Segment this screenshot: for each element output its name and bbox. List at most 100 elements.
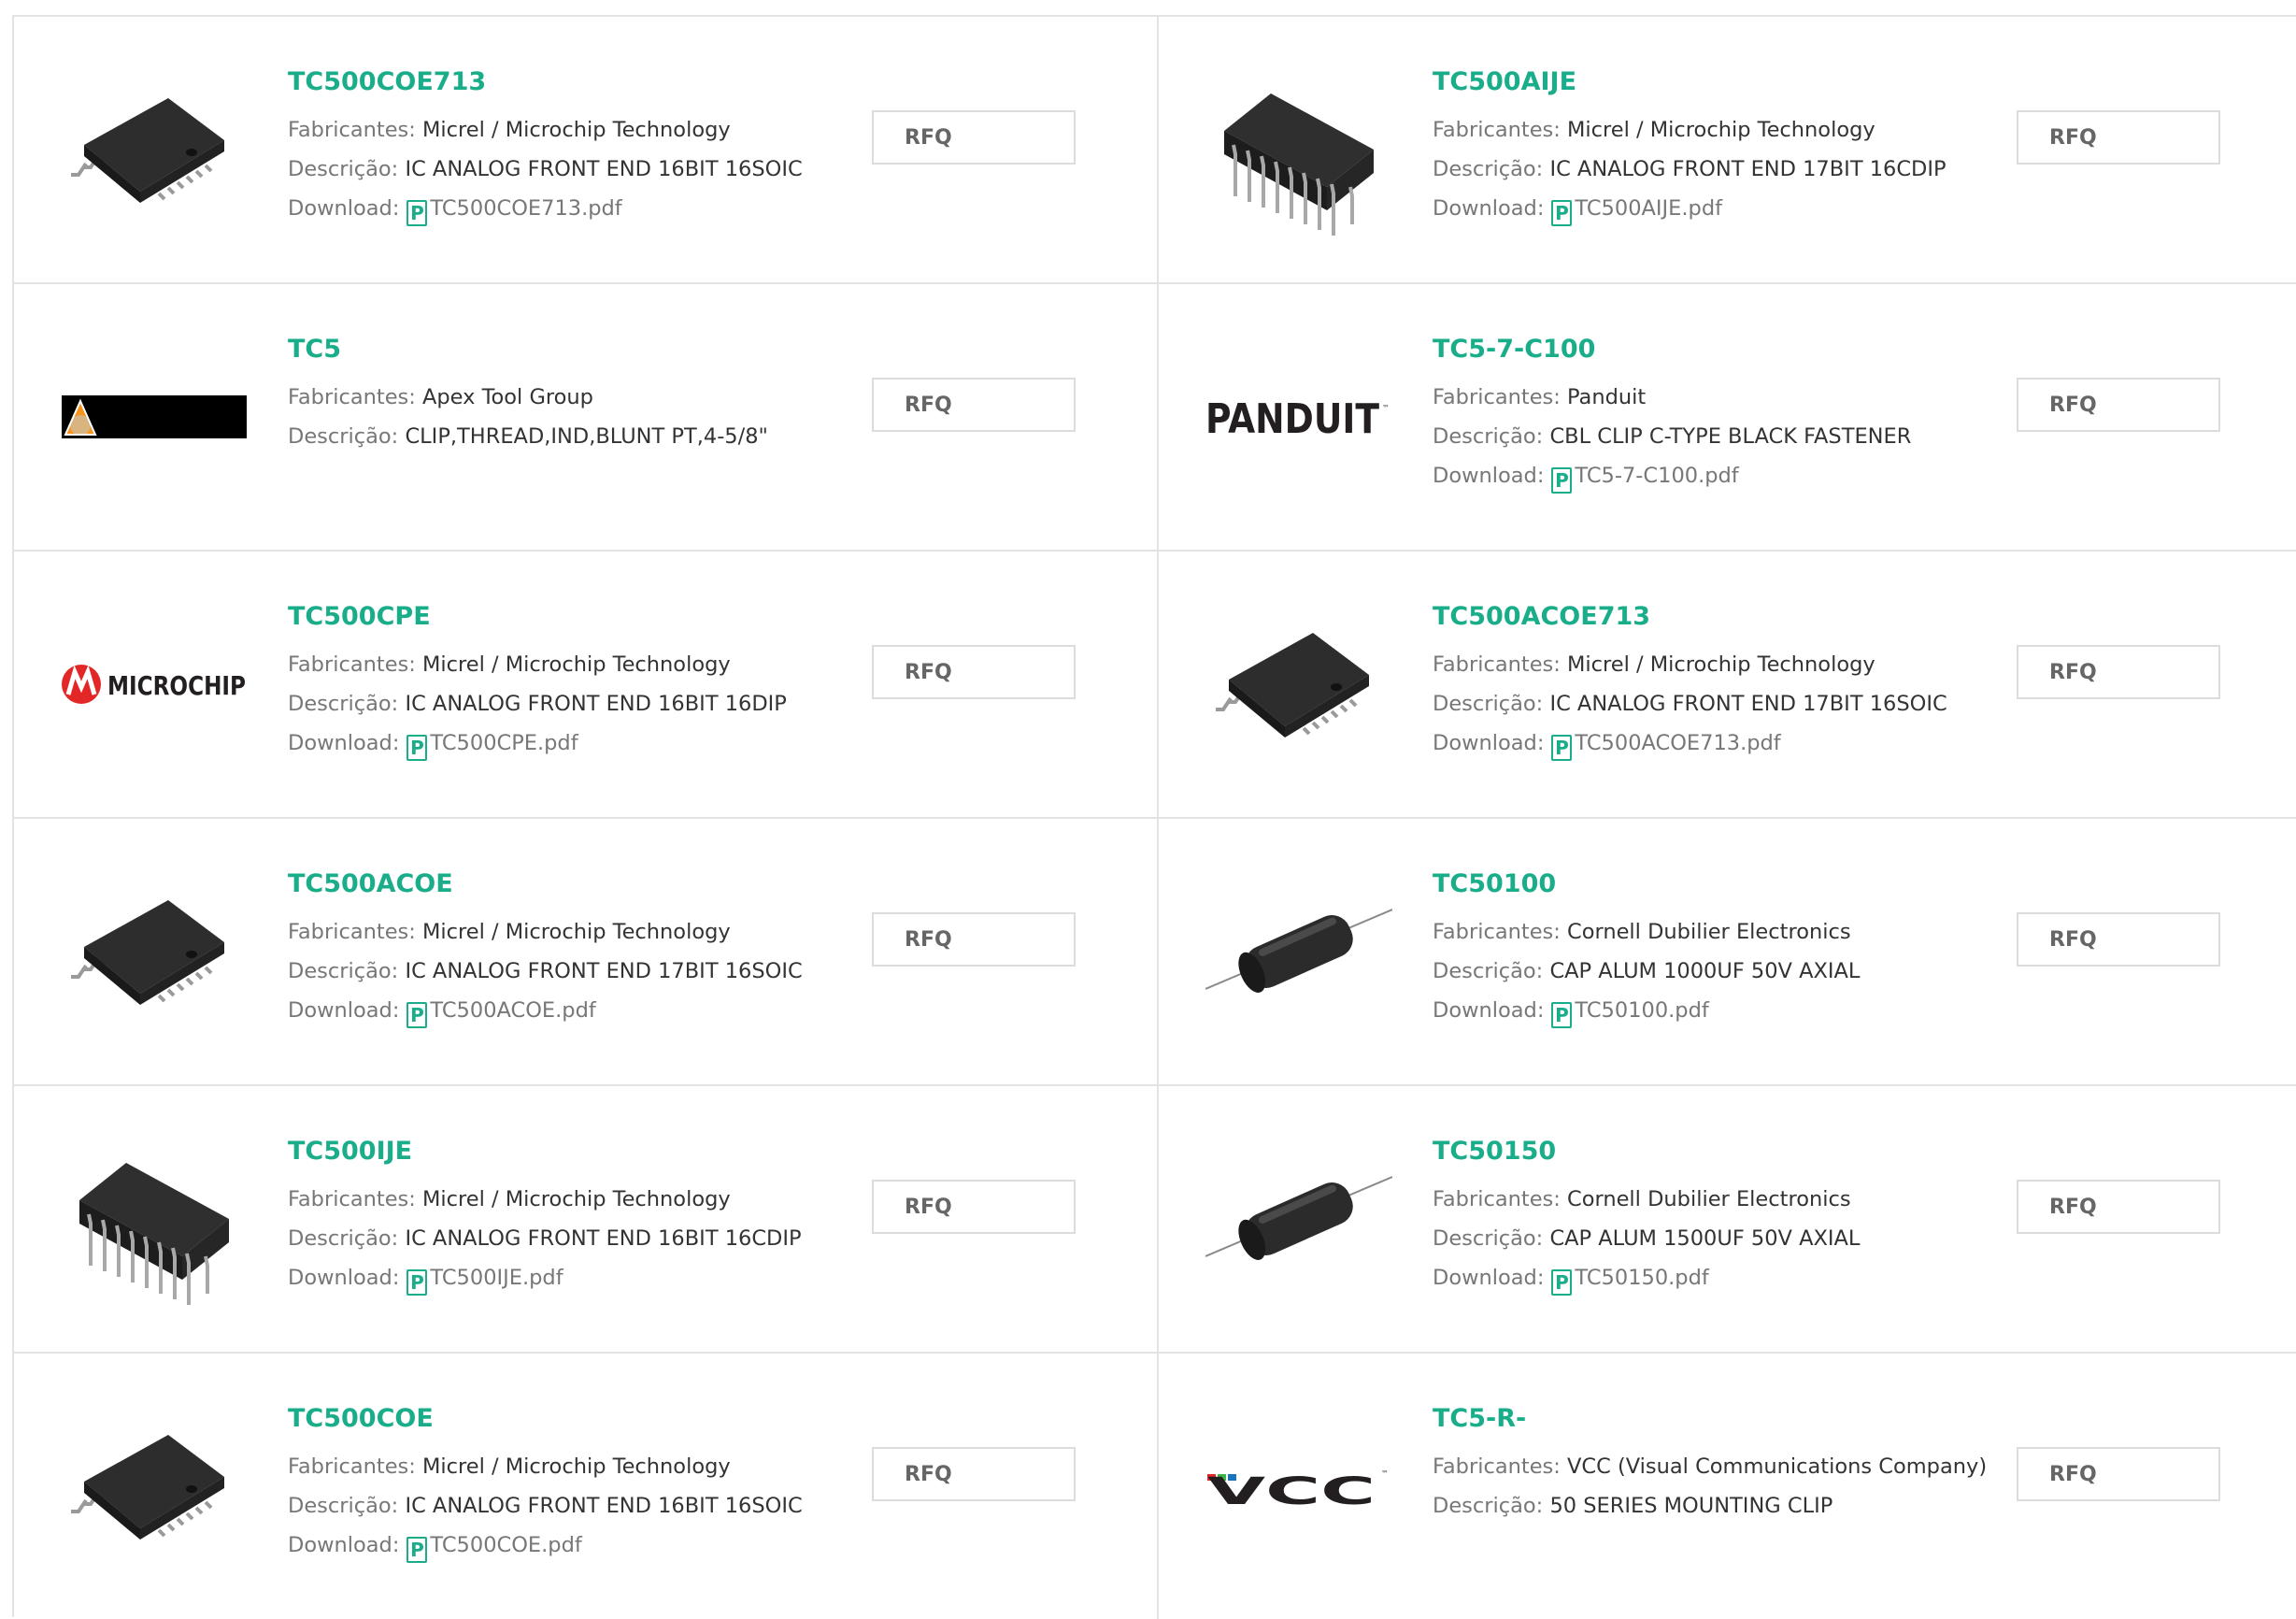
pdf-icon[interactable]: P — [406, 1269, 428, 1296]
part-number-link[interactable]: TC500ACOE — [288, 867, 905, 901]
description-label: Descrição: — [288, 157, 399, 181]
datasheet-link[interactable]: TC50100.pdf — [1575, 998, 1708, 1023]
product-image[interactable] — [1205, 54, 1392, 244]
datasheet-link[interactable]: TC500CPE.pdf — [430, 731, 578, 755]
manufacturer-line: Fabricantes: Micrel / Microchip Technolo… — [288, 1447, 905, 1486]
product-image[interactable]: MICROCHIP — [61, 589, 248, 779]
product-grid: TC500COE713 Fabricantes: Micrel / Microc… — [12, 15, 2296, 1619]
rfq-button[interactable]: RFQ — [2017, 645, 2220, 699]
datasheet-link[interactable]: TC500ACOE713.pdf — [1575, 731, 1780, 755]
datasheet-link[interactable]: TC50150.pdf — [1575, 1266, 1708, 1290]
product-card: TC500ACOE713 Fabricantes: Micrel / Micro… — [1159, 552, 2296, 819]
part-number-link[interactable]: TC500COE — [288, 1402, 905, 1436]
part-number-link[interactable]: TC5-7-C100 — [1433, 333, 2049, 366]
rfq-button[interactable]: RFQ — [872, 912, 1076, 967]
rfq-button[interactable]: RFQ — [2017, 1447, 2220, 1501]
rfq-button[interactable]: RFQ — [872, 1447, 1076, 1501]
part-number-link[interactable]: TC500IJE — [288, 1135, 905, 1168]
datasheet-link[interactable]: TC500ACOE.pdf — [430, 998, 595, 1023]
part-number-link[interactable]: TC500CPE — [288, 600, 905, 634]
download-line: Download: P TC500ACOE.pdf — [288, 991, 905, 1030]
manufacturer-line: Fabricantes: Micrel / Microchip Technolo… — [288, 645, 905, 684]
part-number-link[interactable]: TC500AIJE — [1433, 65, 2049, 99]
product-image[interactable] — [61, 1391, 248, 1581]
rfq-button[interactable]: RFQ — [2017, 110, 2220, 165]
description-line: Descrição: 50 SERIES MOUNTING CLIP — [1433, 1486, 2049, 1526]
description-label: Descrição: — [288, 424, 399, 449]
description-line: Descrição: IC ANALOG FRONT END 16BIT 16D… — [288, 684, 905, 724]
pdf-icon[interactable]: P — [1551, 1269, 1573, 1296]
product-image[interactable] — [1205, 856, 1392, 1046]
manufacturer-line: Fabricantes: VCC (Visual Communications … — [1433, 1447, 2049, 1486]
datasheet-link[interactable]: TC500COE.pdf — [430, 1533, 581, 1557]
rfq-button[interactable]: RFQ — [872, 378, 1076, 432]
description-value: IC ANALOG FRONT END 16BIT 16SOIC — [405, 1494, 803, 1518]
download-line: Download: P TC500COE713.pdf — [288, 189, 905, 228]
rfq-button[interactable]: RFQ — [872, 110, 1076, 165]
part-number-link[interactable]: TC5-R- — [1433, 1402, 2049, 1436]
description-label: Descrição: — [1433, 157, 1544, 181]
description-label: Descrição: — [288, 1494, 399, 1518]
part-number-link[interactable]: TC500COE713 — [288, 65, 905, 99]
download-label: Download: — [288, 1533, 400, 1557]
manufacturer-value: Micrel / Microchip Technology — [422, 118, 731, 142]
manufacturer-label: Fabricantes: — [1433, 920, 1561, 944]
manufacturer-line: Fabricantes: Micrel / Microchip Technolo… — [288, 1180, 905, 1219]
product-image[interactable] — [1205, 589, 1392, 779]
manufacturer-line: Fabricantes: Panduit — [1433, 378, 2049, 417]
product-image[interactable] — [61, 1124, 248, 1313]
svg-text:PANDUIT: PANDUIT — [1205, 395, 1379, 440]
rfq-button[interactable]: RFQ — [872, 645, 1076, 699]
rfq-button[interactable]: RFQ — [872, 1180, 1076, 1234]
datasheet-link[interactable]: TC5-7-C100.pdf — [1575, 464, 1738, 488]
datasheet-link[interactable]: TC500AIJE.pdf — [1575, 196, 1722, 221]
rfq-button[interactable]: RFQ — [2017, 378, 2220, 432]
part-number-link[interactable]: TC500ACOE713 — [1433, 600, 2049, 634]
product-image[interactable] — [61, 856, 248, 1046]
download-line: Download: P TC50100.pdf — [1433, 991, 2049, 1030]
svg-text:™: ™ — [1382, 404, 1390, 412]
pdf-icon[interactable]: P — [1551, 200, 1573, 226]
description-line: Descrição: CAP ALUM 1500UF 50V AXIAL — [1433, 1219, 2049, 1258]
product-image[interactable] — [61, 54, 248, 244]
product-info: TC500CPE Fabricantes: Micrel / Microchip… — [288, 600, 905, 763]
download-line: Download: P TC5-7-C100.pdf — [1433, 456, 2049, 495]
rfq-button[interactable]: RFQ — [2017, 1180, 2220, 1234]
pdf-icon[interactable]: P — [1551, 1002, 1573, 1028]
description-label: Descrição: — [1433, 692, 1544, 716]
product-image[interactable] — [1205, 1124, 1392, 1313]
manufacturer-value: Apex Tool Group — [422, 385, 593, 409]
product-info: TC5-7-C100 Fabricantes: Panduit Descriçã… — [1433, 333, 2049, 495]
manufacturer-value: Micrel / Microchip Technology — [1567, 652, 1875, 677]
product-info: TC50100 Fabricantes: Cornell Dubilier El… — [1433, 867, 2049, 1030]
manufacturer-value: Micrel / Microchip Technology — [422, 652, 731, 677]
pdf-icon[interactable]: P — [406, 1002, 428, 1028]
description-value: CLIP,THREAD,IND,BLUNT PT,4-5/8" — [405, 424, 768, 449]
pdf-icon[interactable]: P — [406, 735, 428, 761]
download-label: Download: — [288, 1266, 400, 1290]
datasheet-link[interactable]: TC500IJE.pdf — [430, 1266, 563, 1290]
product-row: TC5 Fabricantes: Apex Tool Group Descriç… — [14, 284, 2296, 552]
rfq-button[interactable]: RFQ — [2017, 912, 2220, 967]
product-image[interactable]: VCC ™ — [1205, 1391, 1392, 1581]
description-value: IC ANALOG FRONT END 17BIT 16SOIC — [1549, 692, 1947, 716]
product-image[interactable]: PANDUIT ™ — [1205, 322, 1392, 511]
pdf-icon[interactable]: P — [1551, 735, 1573, 761]
pdf-icon[interactable]: P — [1551, 467, 1573, 494]
svg-text:™: ™ — [1381, 1469, 1389, 1478]
part-number-link[interactable]: TC5 — [288, 333, 905, 366]
manufacturer-value: Micrel / Microchip Technology — [422, 1187, 731, 1211]
pdf-icon[interactable]: P — [406, 1537, 428, 1563]
manufacturer-label: Fabricantes: — [288, 118, 416, 142]
part-number-link[interactable]: TC50100 — [1433, 867, 2049, 901]
description-line: Descrição: IC ANALOG FRONT END 16BIT 16S… — [288, 1486, 905, 1526]
product-info: TC50150 Fabricantes: Cornell Dubilier El… — [1433, 1135, 2049, 1297]
download-line: Download: P TC500CPE.pdf — [288, 724, 905, 763]
product-image[interactable] — [61, 322, 248, 511]
part-number-link[interactable]: TC50150 — [1433, 1135, 2049, 1168]
description-line: Descrição: IC ANALOG FRONT END 17BIT 16C… — [1433, 150, 2049, 189]
datasheet-link[interactable]: TC500COE713.pdf — [430, 196, 621, 221]
description-line: Descrição: CBL CLIP C-TYPE BLACK FASTENE… — [1433, 417, 2049, 456]
pdf-icon[interactable]: P — [406, 200, 428, 226]
manufacturer-line: Fabricantes: Micrel / Microchip Technolo… — [1433, 645, 2049, 684]
